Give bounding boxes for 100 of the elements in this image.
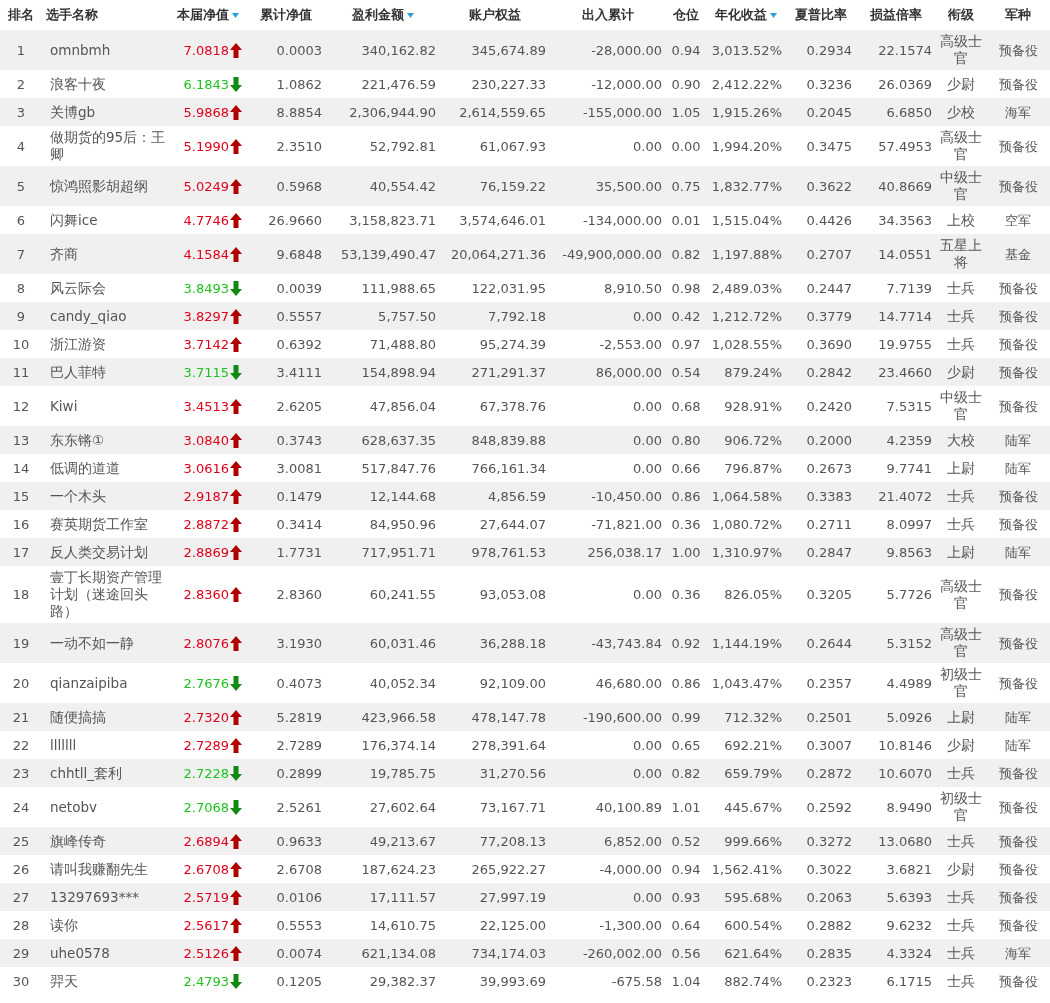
- table-cell: 27,997.19: [440, 883, 550, 911]
- table-cell: 预备役: [986, 967, 1050, 995]
- sort-icon[interactable]: [770, 12, 777, 18]
- table-cell: 906.72%: [706, 426, 786, 454]
- table-cell: 27,644.07: [440, 510, 550, 538]
- table-cell: 1,144.19%: [706, 623, 786, 663]
- table-cell: 2.8360: [246, 566, 326, 623]
- table-cell: 2.6708: [246, 855, 326, 883]
- table-cell: 19.9755: [856, 330, 936, 358]
- table-cell: 18: [0, 566, 42, 623]
- table-cell: 7: [0, 234, 42, 274]
- table-cell: 0.0003: [246, 30, 326, 70]
- net-value: 2.7676: [183, 674, 229, 692]
- table-cell: 28: [0, 911, 42, 939]
- table-cell: 0.82: [666, 759, 706, 787]
- column-header: 出入累计: [550, 0, 666, 30]
- table-cell: 预备役: [986, 70, 1050, 98]
- table-cell: 1,064.58%: [706, 482, 786, 510]
- sort-icon[interactable]: [407, 12, 414, 18]
- table-cell: 3: [0, 98, 42, 126]
- table-cell: 6.6850: [856, 98, 936, 126]
- table-cell: 1,515.04%: [706, 206, 786, 234]
- table-cell: 0.80: [666, 426, 706, 454]
- table-cell: 0.82: [666, 234, 706, 274]
- table-cell: 517,847.76: [326, 454, 440, 482]
- player-name: 浙江游资: [42, 330, 170, 358]
- table-cell: 2,614,559.65: [440, 98, 550, 126]
- table-cell: 0.5557: [246, 302, 326, 330]
- column-header[interactable]: 盈利金额: [326, 0, 440, 30]
- sort-icon[interactable]: [232, 12, 239, 18]
- table-cell: 士兵: [936, 510, 986, 538]
- table-cell: 20: [0, 663, 42, 703]
- table-cell: 5,757.50: [326, 302, 440, 330]
- table-cell: 士兵: [936, 827, 986, 855]
- table-cell: 士兵: [936, 482, 986, 510]
- table-cell: 659.79%: [706, 759, 786, 787]
- table-cell: 预备役: [986, 663, 1050, 703]
- table-cell: 预备役: [986, 566, 1050, 623]
- column-header[interactable]: 年化收益: [706, 0, 786, 30]
- net-value: 4.7746: [183, 211, 229, 229]
- table-cell: 士兵: [936, 967, 986, 995]
- table-cell: 预备役: [986, 126, 1050, 166]
- table-cell: 2.7289: [246, 731, 326, 759]
- table-cell: 4: [0, 126, 42, 166]
- table-cell: 0.9633: [246, 827, 326, 855]
- table-cell: 5.3152: [856, 623, 936, 663]
- player-name: 羿天: [42, 967, 170, 995]
- table-cell: 9: [0, 302, 42, 330]
- table-cell: 49,213.67: [326, 827, 440, 855]
- table-cell: 0.52: [666, 827, 706, 855]
- table-cell: 陆军: [986, 703, 1050, 731]
- column-label[interactable]: 本届净值: [177, 6, 229, 24]
- table-cell: 3.4111: [246, 358, 326, 386]
- column-label[interactable]: 年化收益: [715, 6, 767, 24]
- table-cell: -155,000.00: [550, 98, 666, 126]
- table-cell: 2,489.03%: [706, 274, 786, 302]
- column-label[interactable]: 盈利金额: [352, 6, 404, 24]
- table-cell: 692.21%: [706, 731, 786, 759]
- table-cell: 2: [0, 70, 42, 98]
- table-cell: 基金: [986, 234, 1050, 274]
- table-cell: 39,993.69: [440, 967, 550, 995]
- table-cell: 621,134.08: [326, 939, 440, 967]
- table-cell: 大校: [936, 426, 986, 454]
- table-cell: 5.6393: [856, 883, 936, 911]
- player-name: lllllll: [42, 731, 170, 759]
- table-cell: 8.0997: [856, 510, 936, 538]
- table-cell: 0.68: [666, 386, 706, 426]
- table-cell: 0.2000: [786, 426, 856, 454]
- table-cell: 1,080.72%: [706, 510, 786, 538]
- table-cell: 14: [0, 454, 42, 482]
- net-value: 2.8872: [183, 515, 229, 533]
- table-cell: 29,382.37: [326, 967, 440, 995]
- net-value: 2.7289: [183, 736, 229, 754]
- player-name: 请叫我赚翻先生: [42, 855, 170, 883]
- table-cell: 23: [0, 759, 42, 787]
- table-cell: 928.91%: [706, 386, 786, 426]
- column-header[interactable]: 本届净值: [170, 0, 246, 30]
- table-cell: 0.98: [666, 274, 706, 302]
- net-value: 7.0818: [183, 41, 229, 59]
- table-cell: -43,743.84: [550, 623, 666, 663]
- table-cell: 600.54%: [706, 911, 786, 939]
- table-cell: 1.05: [666, 98, 706, 126]
- column-header: 衔级: [936, 0, 986, 30]
- table-cell: 士兵: [936, 939, 986, 967]
- column-header: 军种: [986, 0, 1050, 30]
- net-value: 3.0840: [183, 431, 229, 449]
- net-value: 2.6894: [183, 832, 229, 850]
- table-cell: 0.92: [666, 623, 706, 663]
- table-cell: 3.1930: [246, 623, 326, 663]
- table-cell: 93,053.08: [440, 566, 550, 623]
- player-name: 齐商: [42, 234, 170, 274]
- net-value: 2.7320: [183, 708, 229, 726]
- table-cell: 0.4426: [786, 206, 856, 234]
- table-cell: 0.54: [666, 358, 706, 386]
- table-cell: 2.3510: [246, 126, 326, 166]
- table-cell: -2,553.00: [550, 330, 666, 358]
- table-cell: 0.94: [666, 30, 706, 70]
- net-value: 2.6708: [183, 860, 229, 878]
- table-cell: 176,374.14: [326, 731, 440, 759]
- column-header: 排名: [0, 0, 42, 30]
